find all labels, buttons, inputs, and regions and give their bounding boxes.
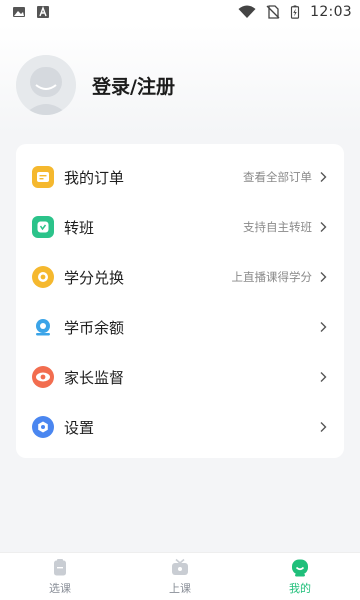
image-icon <box>13 7 25 17</box>
profile-face-icon <box>292 559 308 576</box>
menu-item-label: 家长监督 <box>64 368 125 387</box>
menu-item-label: 学币余额 <box>64 318 125 337</box>
login-register-link[interactable]: 登录/注册 <box>92 72 175 99</box>
tab-label: 上课 <box>169 581 191 595</box>
chevron-right-icon <box>320 172 327 182</box>
chevron-right-icon <box>320 322 327 332</box>
tab-mine[interactable]: 我的 <box>240 553 360 600</box>
menu-item-hint: 查看全部订单 <box>243 170 312 184</box>
menu-item-label: 转班 <box>64 218 95 237</box>
parent-supervision-icon <box>32 366 54 388</box>
class-tv-icon <box>172 558 188 575</box>
a-letter-icon <box>37 6 49 18</box>
avatar[interactable] <box>16 55 76 115</box>
tab-label: 我的 <box>289 581 311 595</box>
order-icon <box>32 166 54 188</box>
profile-header[interactable]: 登录/注册 <box>0 24 360 134</box>
tab-class[interactable]: 上课 <box>120 553 240 600</box>
status-bar: 12:03 <box>0 0 360 24</box>
chevron-right-icon <box>320 422 327 432</box>
menu-item-label: 设置 <box>64 418 95 437</box>
chevron-right-icon <box>320 272 327 282</box>
menu-item-label: 学分兑换 <box>64 268 125 287</box>
menu-item-credit-exchange[interactable]: 学分兑换 上直播课得学分 <box>16 252 344 302</box>
chevron-right-icon <box>320 372 327 382</box>
transfer-class-icon <box>32 216 54 238</box>
wifi-icon <box>238 5 256 18</box>
menu-item-parent-supervision[interactable]: 家长监督 <box>16 352 344 402</box>
chevron-right-icon <box>320 222 327 232</box>
status-right: 12:03 <box>238 4 352 20</box>
status-time: 12:03 <box>310 4 352 20</box>
battery-charging-icon <box>291 5 300 19</box>
tab-label: 选课 <box>49 581 71 595</box>
course-select-icon <box>54 558 66 575</box>
tab-course-select[interactable]: 选课 <box>0 553 120 600</box>
menu-item-label: 我的订单 <box>64 168 125 187</box>
settings-icon <box>32 416 54 438</box>
menu-item-settings[interactable]: 设置 <box>16 402 344 452</box>
no-sim-icon <box>266 5 280 19</box>
menu-item-orders[interactable]: 我的订单 查看全部订单 <box>16 152 344 202</box>
coin-balance-icon <box>32 316 54 338</box>
menu-card: 我的订单 查看全部订单 转班 支持自主转班 学分兑换 上直播课得学分 学币余额 … <box>16 144 344 458</box>
status-left <box>12 5 50 19</box>
menu-item-hint: 支持自主转班 <box>243 220 312 234</box>
bottom-tab-bar: 选课 上课 我的 <box>0 552 360 600</box>
menu-item-hint: 上直播课得学分 <box>231 270 313 284</box>
menu-item-transfer-class[interactable]: 转班 支持自主转班 <box>16 202 344 252</box>
credit-exchange-icon <box>32 266 54 288</box>
default-avatar-icon <box>16 55 76 115</box>
menu-item-coin-balance[interactable]: 学币余额 <box>16 302 344 352</box>
